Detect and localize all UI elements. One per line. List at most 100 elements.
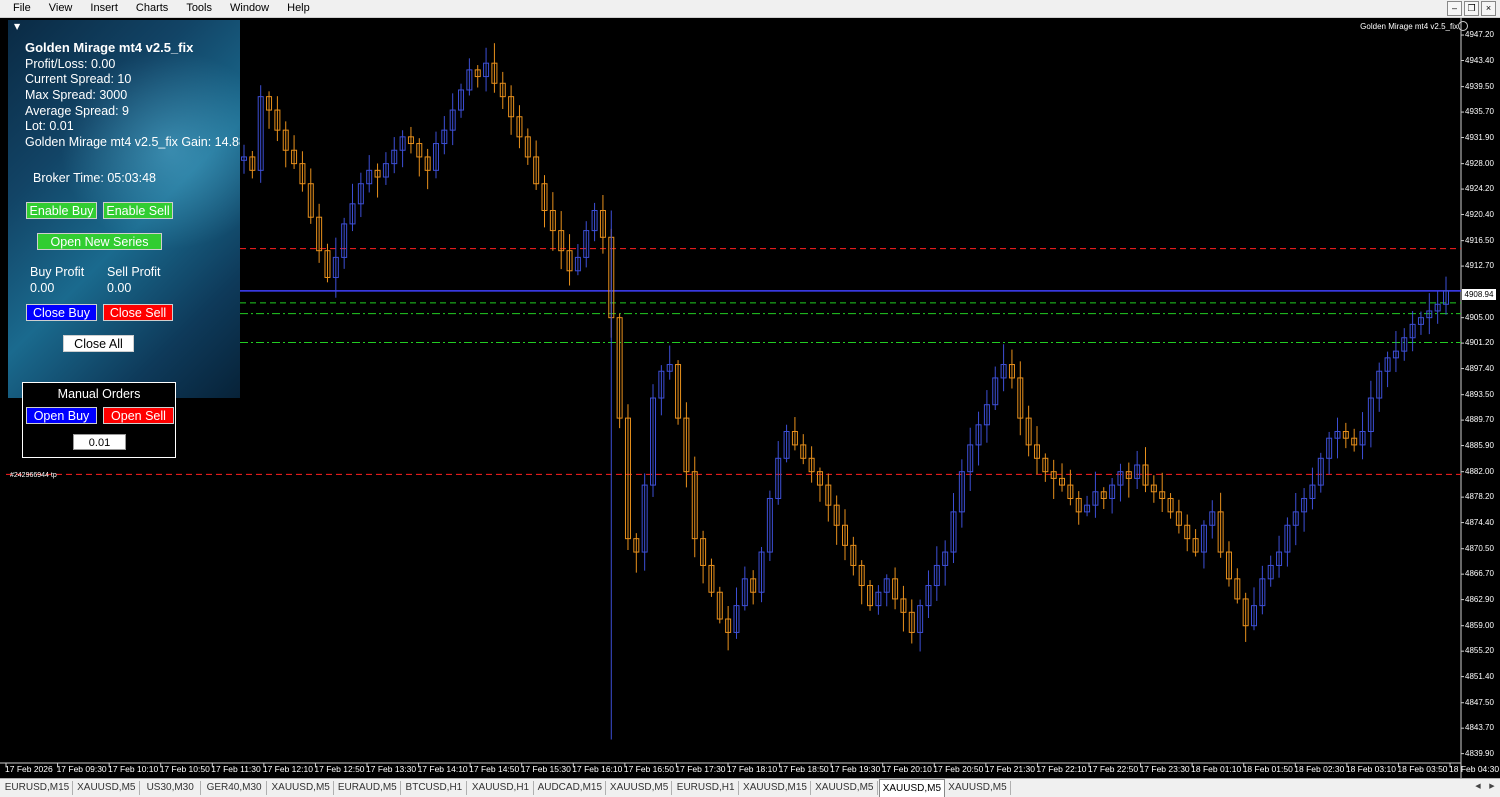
chart-tab[interactable]: XAUUSD,M5 (74, 781, 140, 795)
current-price-tag: 4908.94 (1462, 289, 1496, 300)
time-tick-label: 17 Feb 22:10 (1036, 764, 1087, 774)
enable-buy-button[interactable]: Enable Buy (26, 202, 97, 219)
price-tick-label: 4843.70 (1465, 723, 1494, 733)
chart-tab[interactable]: XAUUSD,H1 (468, 781, 534, 795)
price-tick-label: 4855.20 (1465, 646, 1494, 656)
time-tick-label: 17 Feb 12:50 (314, 764, 365, 774)
price-tick-label: 4859.00 (1465, 620, 1494, 630)
time-tick-label: 17 Feb 13:30 (366, 764, 417, 774)
price-tick-label: 4905.00 (1465, 312, 1494, 322)
chart-tab[interactable]: XAUUSD,M5 (878, 779, 946, 797)
price-tick-label: 4924.20 (1465, 184, 1494, 194)
time-tick-label: 17 Feb 18:10 (727, 764, 778, 774)
scroll-left-icon[interactable]: ◀ (1472, 781, 1484, 793)
lot-size-input[interactable]: 0.01 (73, 434, 126, 450)
sell-profit-label: Sell Profit (107, 265, 161, 279)
chart-area[interactable]: Golden Mirage mt4 v2.5_fix #242966944 tp… (0, 18, 1500, 778)
chart-tab[interactable]: XAUUSD,M5 (945, 781, 1011, 795)
menu-insert[interactable]: Insert (81, 2, 127, 14)
ea-average-spread: Average Spread: 9 (25, 104, 130, 118)
close-buy-button[interactable]: Close Buy (26, 304, 97, 321)
menu-bar: File View Insert Charts Tools Window Hel… (0, 0, 1500, 18)
chart-tab[interactable]: XAUUSD,M5 (812, 781, 878, 795)
menu-view[interactable]: View (40, 2, 82, 14)
manual-orders-title: Manual Orders (57, 387, 141, 401)
open-sell-button[interactable]: Open Sell (103, 407, 174, 424)
time-tick-label: 17 Feb 10:50 (159, 764, 210, 774)
time-tick-label: 17 Feb 22:50 (1088, 764, 1139, 774)
time-tick-label: 17 Feb 09:30 (56, 764, 107, 774)
time-tick-label: 17 Feb 12:10 (262, 764, 313, 774)
chart-tab[interactable]: BTCUSD,H1 (402, 781, 468, 795)
time-tick-label: 18 Feb 01:50 (1242, 764, 1293, 774)
restore-button[interactable]: ❐ (1464, 1, 1479, 16)
time-tick-label: 17 Feb 10:10 (108, 764, 159, 774)
time-tick-label: 18 Feb 02:30 (1294, 764, 1345, 774)
price-tick-label: 4920.40 (1465, 209, 1494, 219)
price-tick-label: 4897.40 (1465, 363, 1494, 373)
price-tick-label: 4878.20 (1465, 492, 1494, 502)
price-tick-label: 4866.70 (1465, 569, 1494, 579)
enable-sell-button[interactable]: Enable Sell (103, 202, 173, 219)
chart-tab[interactable]: XAUUSD,M15 (740, 781, 811, 795)
time-tick-label: 17 Feb 11:30 (211, 764, 261, 774)
time-tick-label: 18 Feb 01:10 (1191, 764, 1242, 774)
menu-items: File View Insert Charts Tools Window Hel… (4, 2, 319, 14)
scroll-right-icon[interactable]: ▶ (1486, 781, 1498, 793)
menu-window[interactable]: Window (221, 2, 278, 14)
time-tick-label: 18 Feb 03:10 (1345, 764, 1396, 774)
price-tick-label: 4885.90 (1465, 440, 1494, 450)
chart-tab-bar: EURUSD,M15 XAUUSD,M5 US30,M30 GER40,M30 XAUU… (0, 778, 1500, 797)
time-tick-label: 17 Feb 19:30 (830, 764, 881, 774)
chart-tab[interactable]: EURUSD,H1 (673, 781, 739, 795)
collapse-arrow-icon[interactable]: ▼ (14, 22, 20, 31)
price-tick-label: 4847.50 (1465, 697, 1494, 707)
time-tick-label: 18 Feb 03:50 (1397, 764, 1448, 774)
tab-scroll: ◀ ▶ (1472, 781, 1498, 793)
window-controls: – ❐ × (1447, 1, 1496, 16)
tp-order-label: #242966944 tp (10, 472, 57, 479)
time-tick-label: 17 Feb 23:30 (1139, 764, 1190, 774)
price-tick-label: 4916.50 (1465, 235, 1494, 245)
open-new-series-button[interactable]: Open New Series (37, 233, 162, 250)
ea-profit-loss: Profit/Loss: 0.00 (25, 57, 116, 71)
manual-orders-box: Manual Orders Open Buy Open Sell 0.01 (22, 382, 176, 458)
time-tick-label: 17 Feb 18:50 (778, 764, 829, 774)
chart-tab[interactable]: XAUUSD,M5 (607, 781, 673, 795)
buy-profit-value: 0.00 (30, 281, 55, 295)
menu-help[interactable]: Help (278, 2, 319, 14)
close-all-button[interactable]: Close All (63, 335, 134, 352)
menu-file[interactable]: File (4, 2, 40, 14)
buy-profit-label: Buy Profit (30, 265, 85, 279)
open-buy-button[interactable]: Open Buy (26, 407, 97, 424)
time-tick-label: 17 Feb 20:50 (933, 764, 984, 774)
price-tick-label: 4839.90 (1465, 748, 1494, 758)
chart-tab[interactable]: AUDCAD,M15 (535, 781, 606, 795)
time-tick-label: 17 Feb 21:30 (984, 764, 1035, 774)
chart-tab[interactable]: EURAUD,M5 (335, 781, 401, 795)
time-tick-label: 17 Feb 17:30 (675, 764, 726, 774)
ea-broker-time: Broker Time: 05:03:48 (33, 171, 156, 185)
close-sell-button[interactable]: Close Sell (103, 304, 173, 321)
price-tick-label: 4851.40 (1465, 671, 1494, 681)
time-tick-label: 18 Feb 04:30 (1449, 764, 1500, 774)
price-tick-label: 4893.50 (1465, 389, 1494, 399)
chart-tab[interactable]: US30,M30 (141, 781, 201, 795)
chart-tab[interactable]: XAUUSD,M5 (268, 781, 334, 795)
chart-tab[interactable]: EURUSD,M15 (2, 781, 73, 795)
price-tick-label: 4931.90 (1465, 132, 1494, 142)
ea-chart-label: Golden Mirage mt4 v2.5_fix (1360, 22, 1458, 31)
menu-charts[interactable]: Charts (127, 2, 177, 14)
close-button[interactable]: × (1481, 1, 1496, 16)
price-tick-label: 4912.70 (1465, 261, 1494, 271)
time-tick-label: 17 Feb 16:10 (572, 764, 623, 774)
chart-tab[interactable]: GER40,M30 (202, 781, 268, 795)
price-tick-label: 4874.40 (1465, 517, 1494, 527)
menu-tools[interactable]: Tools (177, 2, 221, 14)
ea-title: Golden Mirage mt4 v2.5_fix (25, 40, 194, 55)
minimize-button[interactable]: – (1447, 1, 1462, 16)
time-tick-label: 17 Feb 14:10 (417, 764, 468, 774)
price-tick-label: 4870.50 (1465, 543, 1494, 553)
ea-gain: Golden Mirage mt4 v2.5_fix Gain: 14.88 $ (25, 135, 240, 149)
ea-panel: ▼ Golden Mirage mt4 v2.5_fix Profit/Loss… (8, 20, 240, 398)
